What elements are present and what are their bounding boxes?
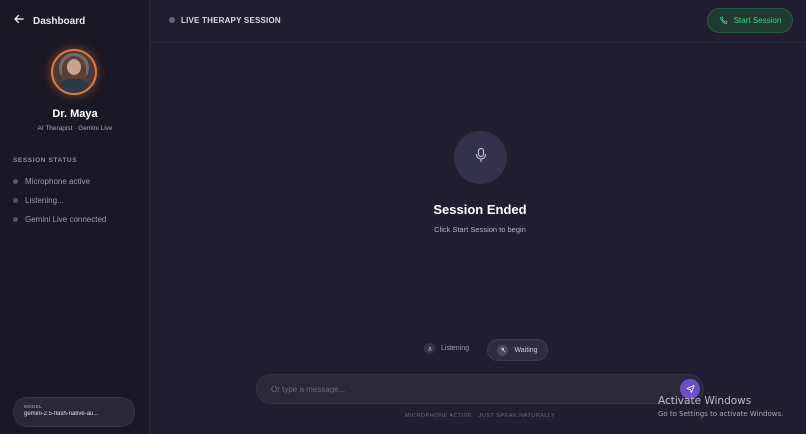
session-status-dot <box>169 17 175 23</box>
footer-note: MICROPHONE ACTIVE · JUST SPEAK NATURALLY <box>404 413 556 419</box>
session-header: LIVE THERAPY SESSION Start Session <box>150 0 806 43</box>
model-label: MODEL <box>24 404 43 409</box>
status-dot <box>13 179 18 184</box>
doctor-name: Dr. Maya <box>52 108 98 120</box>
microphone-small-icon <box>424 343 435 354</box>
status-dot <box>13 217 18 222</box>
status-dot <box>13 198 18 203</box>
status-item-microphone: Microphone active <box>13 177 90 186</box>
start-session-label: Start Session <box>733 16 782 25</box>
session-status-title: SESSION STATUS <box>13 157 78 164</box>
status-item-label: Microphone active <box>25 177 90 186</box>
listening-label: Listening <box>441 345 470 352</box>
activate-windows-title: Activate Windows <box>658 395 752 407</box>
listening-indicator: Listening <box>424 343 469 354</box>
back-to-dashboard-link[interactable]: Dashboard <box>13 12 85 30</box>
sidebar: Dashboard Dr. Maya AI Therapist · Gemini… <box>0 0 150 434</box>
avatar <box>51 49 97 95</box>
waiting-indicator: Waiting <box>487 339 548 361</box>
microphone-indicator <box>454 131 507 184</box>
phone-icon <box>719 12 728 30</box>
doctor-role: AI Therapist · Gemini Live <box>37 125 113 132</box>
model-value: gemini-2.5-flash-native-au... <box>24 411 99 417</box>
microphone-off-icon <box>497 344 509 356</box>
status-item-listening: Listening... <box>13 196 64 205</box>
session-state-title: Session Ended <box>433 202 527 217</box>
model-selector[interactable]: MODEL gemini-2.5-flash-native-au... <box>13 397 135 427</box>
arrow-left-icon <box>13 12 25 30</box>
status-item-label: Listening... <box>25 196 64 205</box>
activate-windows-subtitle: Go to Settings to activate Windows. <box>658 410 784 418</box>
waiting-label: Waiting <box>514 346 538 354</box>
session-state-subtitle: Click Start Session to begin <box>434 225 526 234</box>
microphone-icon <box>473 147 489 168</box>
back-label: Dashboard <box>33 15 86 27</box>
status-item-label: Gemini Live connected <box>25 215 107 224</box>
status-item-gemini: Gemini Live connected <box>13 215 106 224</box>
start-session-button[interactable]: Start Session <box>707 8 793 33</box>
message-input[interactable] <box>256 374 704 404</box>
page-title: LIVE THERAPY SESSION <box>181 16 281 25</box>
